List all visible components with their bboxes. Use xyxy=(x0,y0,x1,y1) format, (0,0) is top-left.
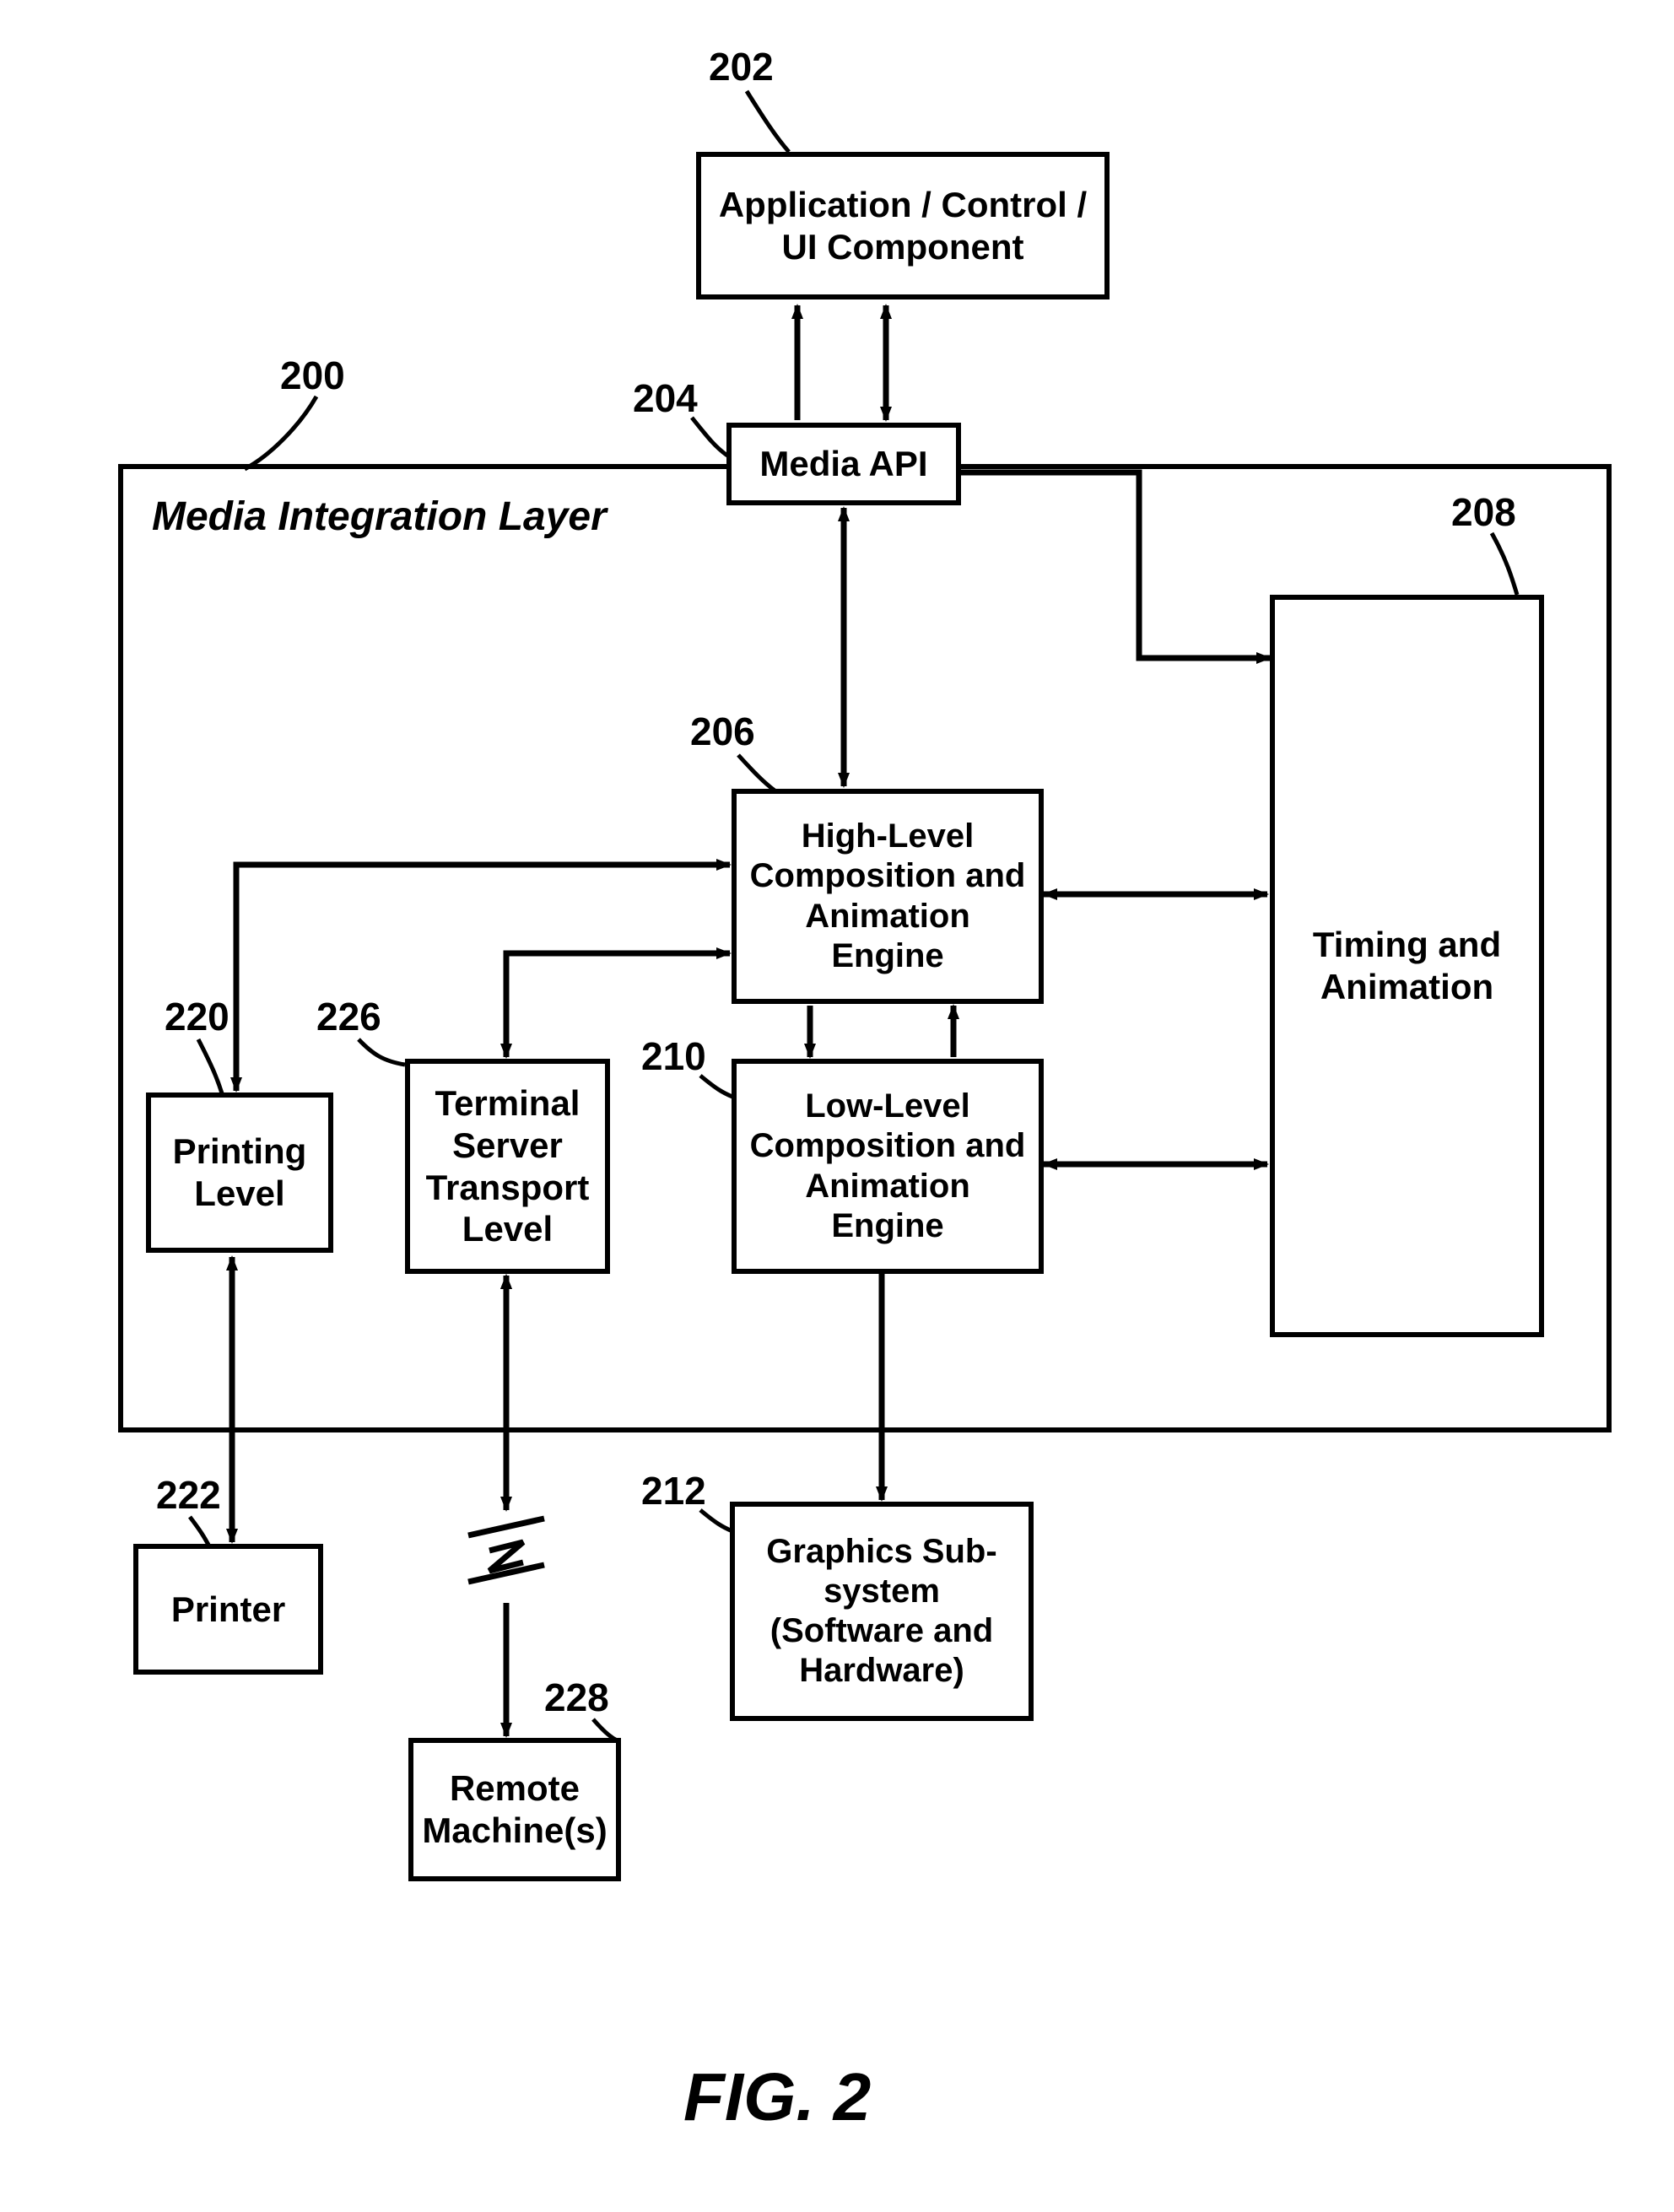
high-level-engine-box: High-Level Composition and Animation Eng… xyxy=(732,789,1044,1004)
media-api-box: Media API xyxy=(726,423,961,505)
terminal-server-text: Terminal Server Transport Level xyxy=(422,1082,593,1249)
figure-caption: FIG. 2 xyxy=(683,2058,871,2136)
ref-210: 210 xyxy=(641,1033,706,1079)
printing-level-text: Printing Level xyxy=(163,1130,316,1214)
ref-206: 206 xyxy=(690,709,755,754)
app-ui-component-box: Application / Control / UI Component xyxy=(696,152,1110,299)
ref-200: 200 xyxy=(280,353,345,398)
graphics-subsystem-box: Graphics Sub-system (Software and Hardwa… xyxy=(730,1502,1034,1721)
ref-228: 228 xyxy=(544,1675,609,1720)
remote-machine-text: Remote Machine(s) xyxy=(422,1767,607,1851)
terminal-server-box: Terminal Server Transport Level xyxy=(405,1059,610,1274)
remote-machine-box: Remote Machine(s) xyxy=(408,1738,621,1881)
timing-animation-box: Timing and Animation xyxy=(1270,595,1544,1337)
ref-222: 222 xyxy=(156,1472,221,1518)
media-integration-layer-title: Media Integration Layer xyxy=(152,494,607,540)
timing-animation-text: Timing and Animation xyxy=(1287,924,1527,1007)
ref-208: 208 xyxy=(1451,489,1516,535)
media-api-text: Media API xyxy=(759,443,927,485)
high-level-engine-text: High-Level Composition and Animation Eng… xyxy=(748,817,1027,976)
low-level-engine-text: Low-Level Composition and Animation Engi… xyxy=(748,1087,1027,1246)
printer-box: Printer xyxy=(133,1544,323,1675)
ref-204: 204 xyxy=(633,375,698,421)
low-level-engine-box: Low-Level Composition and Animation Engi… xyxy=(732,1059,1044,1274)
ref-226: 226 xyxy=(316,994,381,1039)
graphics-subsystem-text: Graphics Sub-system (Software and Hardwa… xyxy=(747,1532,1017,1691)
ref-220: 220 xyxy=(165,994,230,1039)
diagram-page: Media Integration Layer Application / Co… xyxy=(0,0,1674,2212)
ref-202: 202 xyxy=(709,44,774,89)
app-ui-component-text: Application / Control / UI Component xyxy=(713,184,1093,267)
ref-212: 212 xyxy=(641,1468,706,1513)
printing-level-box: Printing Level xyxy=(146,1093,333,1253)
printer-text: Printer xyxy=(171,1589,285,1631)
